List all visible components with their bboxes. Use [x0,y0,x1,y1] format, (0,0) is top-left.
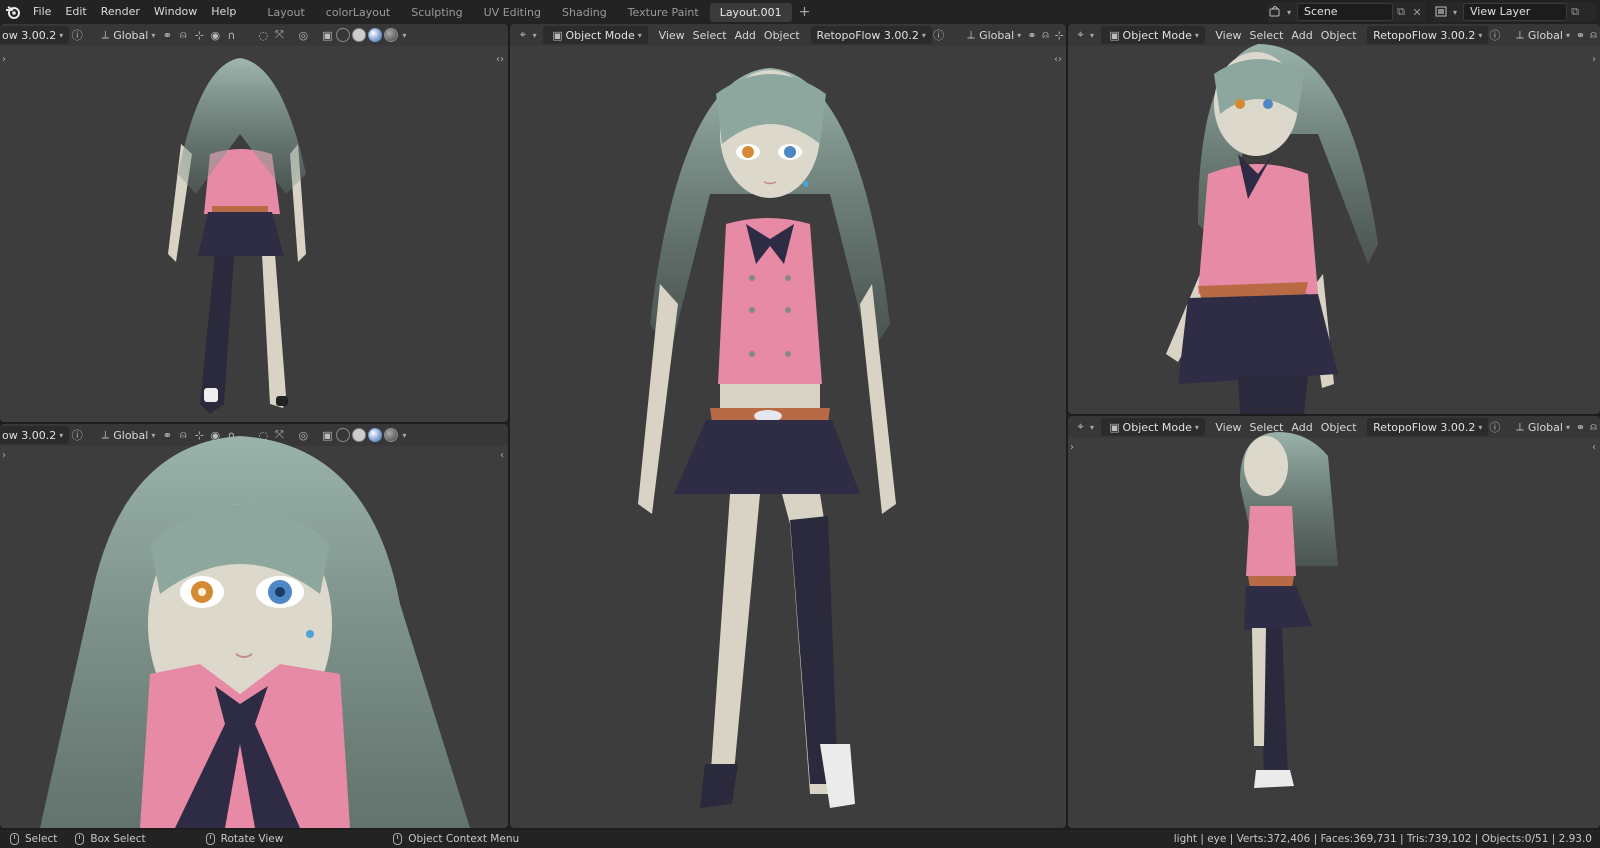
mouse-context-icon [393,833,403,845]
view-layer-selector: ▾ View Layer ⧉ [1434,2,1596,22]
tab-layout[interactable]: Layout [257,3,314,22]
mouse-right-icon [205,833,215,845]
new-scene-icon[interactable]: ⧉ [1393,4,1409,20]
view-layer-icon[interactable] [1434,4,1450,20]
menu-help[interactable]: Help [204,0,243,24]
menu-file[interactable]: File [26,0,58,24]
scene-name-field[interactable]: Scene [1297,3,1394,21]
viewport-top-right[interactable]: ⌖ ▾ ▣ Object Mode ▾ View Select Add Object… [1068,24,1600,414]
viewport-center[interactable]: ⌖ ▾ ▣ Object Mode ▾ View Select Add Object… [510,24,1066,828]
status-box-select: Box Select [90,833,146,845]
viewport-bottom-left[interactable]: ow 3.00.2 ▾ ⓘ ⟂ Global ▾ ⚭ ⍝ ⊹ ◉ ∩ ◌ ⤧ ◎ ▣ … [0,424,508,828]
tab-shading[interactable]: Shading [552,3,617,22]
character-front-view [638,68,896,808]
character-back-view [168,58,306,414]
tab-uv-editing[interactable]: UV Editing [474,3,551,22]
top-bar: File Edit Render Window Help Layout colo… [0,0,1600,24]
scene-icon[interactable] [1268,4,1284,20]
viewport-bottom-right[interactable]: ⌖ ▾ ▣ Object Mode ▾ View Select Add Object… [1068,416,1600,828]
view-layer-field[interactable]: View Layer [1463,3,1568,21]
chevron-down-icon[interactable]: ▾ [1287,8,1291,17]
close-icon[interactable]: ✕ [1409,4,1425,20]
new-view-layer-icon[interactable]: ⧉ [1567,4,1583,20]
status-context-menu: Object Context Menu [408,833,520,845]
tab-sculpting[interactable]: Sculpting [401,3,472,22]
menu-edit[interactable]: Edit [58,0,93,24]
status-rotate-view: Rotate View [220,833,284,845]
mouse-middle-icon [75,833,85,845]
workspace-tabs: Layout colorLayout Sculpting UV Editing … [257,0,816,24]
scene-selector: ▾ Scene ⧉ ✕ [1268,2,1426,22]
blender-logo-icon[interactable] [0,0,26,24]
character-face-closeup [40,436,470,828]
character-three-quarter-view [1166,44,1378,414]
tab-layout-001[interactable]: Layout.001 [709,2,792,22]
scene-statistics: light | eye | Verts:372,406 | Faces:369,… [1173,833,1592,845]
menu-window[interactable]: Window [147,0,204,24]
mouse-left-icon [10,833,19,845]
status-bar: Select Box Select Rotate View Object Con… [0,830,1600,848]
tab-colorlayout[interactable]: colorLayout [316,3,400,22]
viewport-top-left[interactable]: ow 3.00.2 ▾ ⓘ ⟂ Global ▾ ⚭ ⍝ ⊹ ◉ ∩ ◌ ⤧ ◎ ▣ … [0,24,508,422]
add-workspace-button[interactable]: + [793,4,817,20]
tab-texture-paint[interactable]: Texture Paint [618,3,709,22]
character-side-view [1239,432,1338,788]
menu-render[interactable]: Render [94,0,147,24]
status-select: Select [25,833,58,845]
chevron-down-icon[interactable]: ▾ [1453,8,1457,17]
